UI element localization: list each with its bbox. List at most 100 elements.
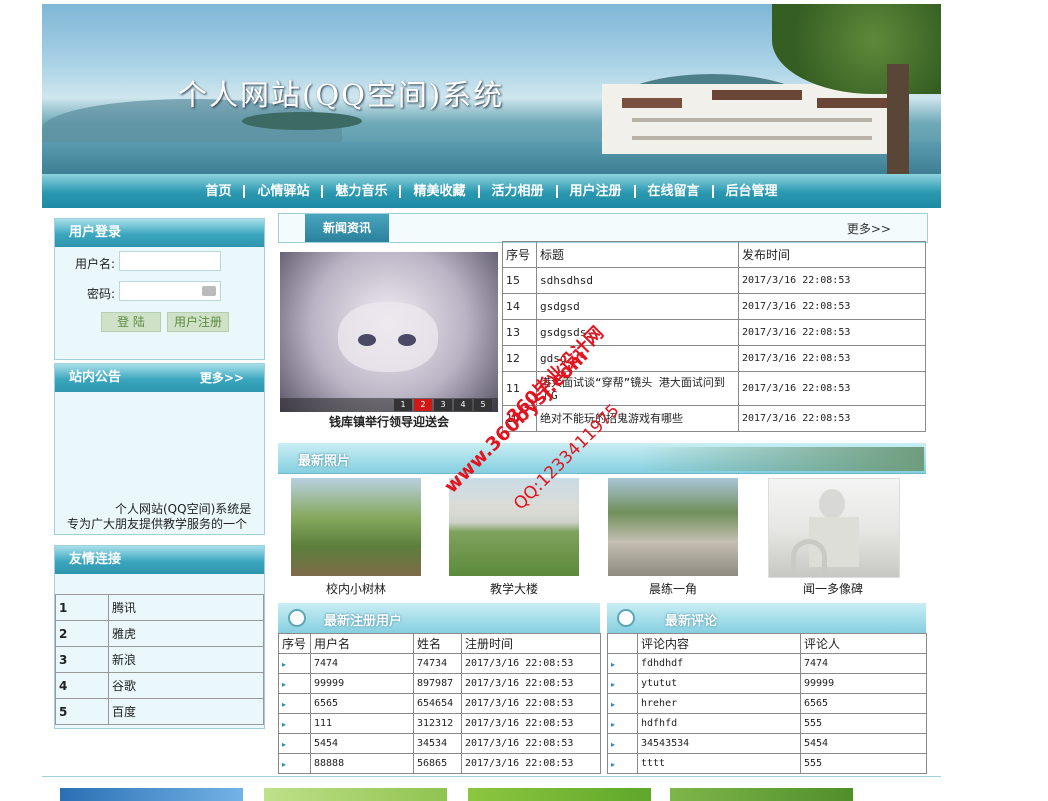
news-row[interactable]: 14 gsdgsd 2017/3/16 22:08:53 [502, 293, 926, 320]
users-col-username: 用户名 [310, 633, 414, 654]
tree-foliage [772, 4, 941, 94]
friend-link-name[interactable]: 谷歌 [108, 672, 264, 699]
news-time: 2017/3/16 22:08:53 [738, 293, 926, 320]
photo-morning[interactable] [608, 478, 738, 576]
bullet-arrow-icon: ▸ [607, 713, 638, 734]
comment-row[interactable]: ▸ hreher 6565 [607, 693, 927, 714]
news-title-link[interactable]: 绝对不能玩的招鬼游戏有哪些 [536, 405, 739, 432]
nav-item[interactable]: 后台管理 [714, 185, 790, 198]
slider-page-button[interactable]: 3 [434, 399, 452, 411]
news-title-link[interactable]: sdhsdhsd [536, 267, 739, 294]
user-row[interactable]: ▸ 111 312312 2017/3/16 22:08:53 [278, 713, 601, 734]
notice-more-link[interactable]: 更多>> [200, 364, 244, 392]
user-username[interactable]: 111 [310, 713, 414, 734]
news-more-link[interactable]: 更多>> [847, 220, 891, 237]
friend-link-row[interactable]: 1 腾讯 [55, 594, 264, 621]
comment-row[interactable]: ▸ 34543534 5454 [607, 733, 927, 754]
news-title-link[interactable]: gsdgsd [536, 293, 739, 320]
password-input[interactable] [119, 281, 221, 301]
friend-link-name[interactable]: 腾讯 [108, 594, 264, 621]
login-button[interactable]: 登 陆 [101, 312, 161, 332]
photo-caption[interactable]: 校内小树林 [286, 580, 426, 597]
nav-item[interactable]: 首页 [193, 184, 246, 198]
photo-grove[interactable] [291, 478, 421, 576]
login-box: 用户登录 用户名: 密码: 登 陆 用户注册 [54, 218, 265, 360]
comment-row[interactable]: ▸ fdhdhdf 7474 [607, 653, 927, 674]
login-title: 用户登录 [55, 219, 264, 247]
bullet-arrow-icon: ▸ [607, 653, 638, 674]
comment-content[interactable]: ytutut [637, 673, 801, 694]
photos-title: 最新照片 [298, 454, 351, 469]
slider-page-button[interactable]: 1 [394, 399, 412, 411]
bullet-arrow-icon: ▸ [278, 693, 311, 714]
news-row[interactable]: 10 绝对不能玩的招鬼游戏有哪些 2017/3/16 22:08:53 [502, 405, 926, 432]
friend-link-name[interactable]: 新浪 [108, 646, 264, 673]
user-row[interactable]: ▸ 7474 74734 2017/3/16 22:08:53 [278, 653, 601, 674]
nav-item[interactable]: 精美收藏 [401, 184, 480, 198]
user-username[interactable]: 99999 [310, 673, 414, 694]
slider-page-button[interactable]: 5 [474, 399, 492, 411]
slider-page-button[interactable]: 4 [454, 399, 472, 411]
comment-content[interactable]: hreher [637, 693, 801, 714]
comment-row[interactable]: ▸ tttt 555 [607, 753, 927, 774]
nav-item[interactable]: 活力相册 [480, 184, 558, 198]
user-realname: 312312 [413, 713, 462, 734]
footer-ad-3[interactable] [468, 788, 651, 801]
news-tab[interactable]: 新闻资讯 [305, 214, 389, 242]
user-realname: 897987 [413, 673, 462, 694]
friend-link-name[interactable]: 雅虎 [108, 620, 264, 647]
footer-ad-1[interactable] [60, 788, 243, 801]
user-row[interactable]: ▸ 88888 56865 2017/3/16 22:08:53 [278, 753, 601, 774]
user-row[interactable]: ▸ 5454 34534 2017/3/16 22:08:53 [278, 733, 601, 754]
bullet-arrow-icon: ▸ [278, 733, 311, 754]
friend-link-row[interactable]: 4 谷歌 [55, 672, 264, 699]
comments-col-author: 评论人 [800, 633, 927, 654]
keyboard-icon [202, 286, 216, 296]
comment-content[interactable]: hdfhfd [637, 713, 801, 734]
username-input[interactable] [119, 251, 221, 271]
news-row[interactable]: 15 sdhsdhsd 2017/3/16 22:08:53 [502, 267, 926, 294]
friend-link-row[interactable]: 2 雅虎 [55, 620, 264, 647]
photo-caption[interactable]: 教学大楼 [444, 580, 584, 597]
news-no: 14 [502, 293, 537, 320]
photo-caption[interactable]: 晨练一角 [603, 580, 743, 597]
friend-link-name[interactable]: 百度 [108, 698, 264, 725]
footer-ad-2[interactable] [264, 788, 447, 801]
comment-row[interactable]: ▸ hdfhfd 555 [607, 713, 927, 734]
news-row[interactable]: 13 gsdgsds 2017/3/16 22:08:53 [502, 319, 926, 346]
users-col-name: 姓名 [413, 633, 462, 654]
user-username[interactable]: 88888 [310, 753, 414, 774]
comment-row[interactable]: ▸ ytutut 99999 [607, 673, 927, 694]
user-realname: 654654 [413, 693, 462, 714]
news-slider-image[interactable]: 12345 [280, 252, 498, 412]
users-title: 最新注册用户 [324, 614, 403, 629]
user-username[interactable]: 5454 [310, 733, 414, 754]
username-label: 用户名: [75, 257, 116, 271]
register-button[interactable]: 用户注册 [167, 312, 229, 332]
friend-link-row[interactable]: 5 百度 [55, 698, 264, 725]
photo-statue[interactable] [768, 478, 900, 578]
photo-building[interactable] [449, 478, 579, 576]
photo-caption[interactable]: 闻一多像碑 [763, 580, 903, 597]
user-row[interactable]: ▸ 99999 897987 2017/3/16 22:08:53 [278, 673, 601, 694]
bullet-arrow-icon: ▸ [607, 673, 638, 694]
notice-box: 站内公告 更多>> 个人网站(QQ空间)系统是专为广大朋友提供教学服务的一个 [54, 363, 265, 535]
user-row[interactable]: ▸ 6565 654654 2017/3/16 22:08:53 [278, 693, 601, 714]
slider-page-button[interactable]: 2 [414, 399, 432, 411]
friend-link-row[interactable]: 3 新浪 [55, 646, 264, 673]
footer-ad-4[interactable] [670, 788, 853, 801]
nav-item[interactable]: 魅力音乐 [323, 184, 402, 198]
nav-item[interactable]: 心情驿站 [245, 184, 324, 198]
user-username[interactable]: 7474 [310, 653, 414, 674]
slider-caption[interactable]: 钱库镇举行领导迎送会 [280, 413, 498, 430]
bullet-arrow-icon: ▸ [278, 753, 311, 774]
news-time: 2017/3/16 22:08:53 [738, 267, 926, 294]
nav-item[interactable]: 在线留言 [636, 184, 714, 198]
user-realname: 34534 [413, 733, 462, 754]
comment-content[interactable]: tttt [637, 753, 801, 774]
comment-content[interactable]: fdhdhdf [637, 653, 801, 674]
user-time: 2017/3/16 22:08:53 [461, 733, 601, 754]
comment-content[interactable]: 34543534 [637, 733, 801, 754]
user-username[interactable]: 6565 [310, 693, 414, 714]
nav-item[interactable]: 用户注册 [558, 184, 636, 198]
